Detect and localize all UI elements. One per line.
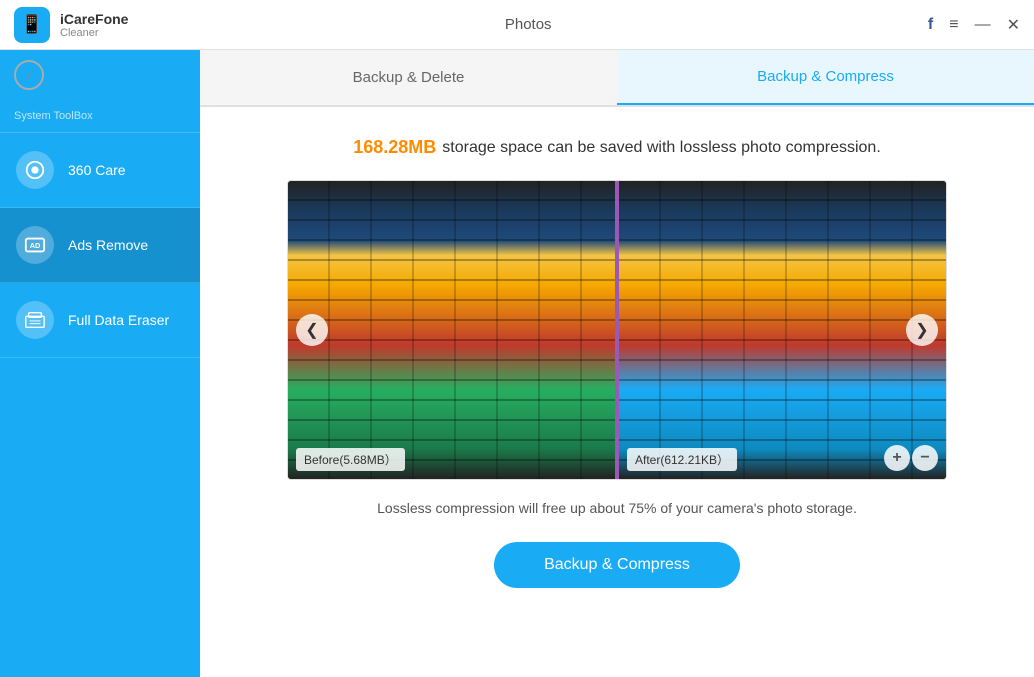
nav-left-icon: ❮ [305,320,318,340]
sidebar: ‹ System ToolBox 360 Care AD Ads Remov [0,50,200,677]
after-fridge-visual [619,181,946,479]
zoom-controls: + − [884,445,938,471]
app-logo: 📱 [14,7,50,43]
360-care-icon [16,151,54,189]
sidebar-item-full-data-eraser-label: Full Data Eraser [68,312,169,328]
sidebar-system-toolbox-label: System ToolBox [0,100,200,133]
nav-arrow-right[interactable]: ❯ [906,314,938,346]
full-data-eraser-icon [16,301,54,339]
sidebar-item-ads-remove[interactable]: AD Ads Remove [0,208,200,283]
back-btn-area: ‹ [0,50,200,100]
before-fridge-visual [288,181,615,479]
before-image: Before(5.68MB） [288,181,615,479]
back-button[interactable]: ‹ [14,60,44,90]
storage-info: 168.28MB storage space can be saved with… [353,137,881,158]
minimize-icon[interactable]: — [975,16,991,34]
app-name-sub: Cleaner [60,27,128,39]
tabs: Backup & Delete Backup & Compress [200,50,1034,107]
sidebar-item-360-care-label: 360 Care [68,162,126,178]
content-body: 168.28MB storage space can be saved with… [200,107,1034,677]
image-comparison: ❮ Before(5.68MB） After(612.21KB） [287,180,947,480]
after-label: After(612.21KB） [627,448,737,471]
tab-backup-compress[interactable]: Backup & Compress [617,50,1034,105]
app-name: iCareFone Cleaner [60,11,128,39]
close-icon[interactable]: ✕ [1007,15,1020,35]
lossless-description: Lossless compression will free up about … [377,500,857,516]
ads-remove-icon: AD [16,226,54,264]
sidebar-item-360-care[interactable]: 360 Care [0,133,200,208]
storage-size: 168.28MB [353,137,436,158]
tab-backup-delete[interactable]: Backup & Delete [200,50,617,105]
facebook-icon[interactable]: f [928,16,933,34]
nav-right-icon: ❯ [915,320,928,340]
sidebar-item-ads-remove-label: Ads Remove [68,237,148,253]
nav-arrow-left[interactable]: ❮ [296,314,328,346]
content-area: Backup & Delete Backup & Compress 168.28… [200,50,1034,677]
window-title: Photos [505,16,552,33]
zoom-out-button[interactable]: − [912,445,938,471]
window-controls: f ≡ — ✕ [928,15,1034,35]
storage-description: storage space can be saved with lossless… [442,139,880,157]
after-image: After(612.21KB） [619,181,946,479]
app-branding: 📱 iCareFone Cleaner [0,7,128,43]
sidebar-item-full-data-eraser[interactable]: Full Data Eraser [0,283,200,358]
backup-compress-button[interactable]: Backup & Compress [494,542,740,588]
title-bar: 📱 iCareFone Cleaner Photos f ≡ — ✕ [0,0,1034,50]
zoom-in-button[interactable]: + [884,445,910,471]
before-label: Before(5.68MB） [296,448,405,471]
menu-icon[interactable]: ≡ [949,16,958,34]
back-arrow-icon: ‹ [27,67,32,83]
main-layout: ‹ System ToolBox 360 Care AD Ads Remov [0,50,1034,677]
comparison-images: Before(5.68MB） After(612.21KB） [288,181,946,479]
svg-text:AD: AD [30,241,41,250]
app-name-main: iCareFone [60,11,128,27]
